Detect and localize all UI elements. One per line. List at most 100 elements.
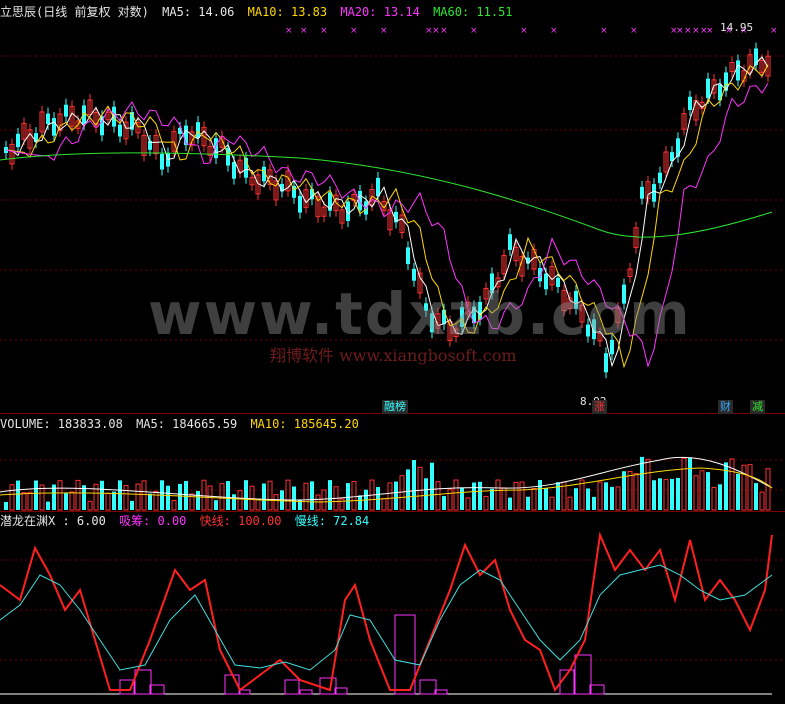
candle-body	[52, 118, 56, 136]
volume-bar	[424, 478, 428, 510]
volume-bar	[112, 491, 116, 510]
volume-bar	[604, 482, 608, 510]
volume-bar	[658, 478, 662, 510]
volume-bar	[381, 498, 387, 511]
volume-bar	[508, 497, 512, 510]
volume-bar	[453, 479, 459, 511]
absorb-block	[419, 679, 437, 695]
signal-marker: ×	[600, 26, 608, 36]
volume-bar	[531, 488, 537, 511]
signal-marker: ×	[380, 26, 388, 36]
volume-bar	[652, 480, 656, 510]
volume-bar	[549, 496, 555, 511]
volume-bar	[447, 488, 453, 511]
volume-bar	[765, 468, 771, 511]
volume-bar	[645, 458, 651, 511]
signal-marker: ×	[285, 26, 293, 36]
volume-bar	[244, 480, 248, 510]
volume-bar	[586, 488, 590, 510]
volume-bar	[759, 491, 765, 511]
volume-bar	[736, 473, 740, 510]
absorb-block	[319, 677, 337, 695]
volume-bar	[285, 479, 291, 511]
candle-body	[64, 104, 68, 117]
signal-marker: ×	[320, 26, 328, 36]
volume-bar	[610, 486, 614, 510]
volume-bar	[184, 480, 188, 510]
slow-line	[0, 564, 773, 671]
volume-bar	[597, 481, 603, 511]
volume-bar	[526, 496, 530, 510]
volume-bar	[741, 464, 747, 511]
volume-bar	[201, 479, 207, 511]
candle-body	[688, 96, 692, 110]
volume-bar	[130, 500, 134, 510]
volume-bar	[417, 466, 423, 511]
volume-bar	[465, 497, 471, 511]
volume-bar	[351, 480, 357, 511]
volume-bar	[214, 500, 218, 510]
event-tag-2[interactable]: 涨	[592, 400, 607, 414]
volume-bar	[387, 482, 393, 511]
absorb-block	[149, 684, 165, 695]
candle-body	[412, 268, 416, 281]
signal-marker: ×	[630, 26, 638, 36]
candle-body	[652, 184, 656, 202]
volume-bar	[460, 487, 464, 510]
volume-bar	[544, 488, 548, 510]
candle-body	[658, 172, 662, 184]
candle-body	[376, 177, 380, 197]
signal-marker: ×	[300, 26, 308, 36]
volume-bar	[501, 487, 507, 511]
absorb-block	[299, 689, 313, 695]
volume-bar	[27, 491, 33, 511]
volume-bar	[729, 458, 735, 511]
volume-bar	[141, 480, 147, 511]
volume-bar	[579, 479, 585, 511]
signal-marker: ×	[676, 26, 684, 36]
volume-bar	[430, 462, 434, 510]
volume-bar	[166, 485, 170, 510]
volume-bar	[513, 481, 519, 511]
stock-chart-window: 立思辰(日线 前复权 对数) MA5: 14.06 MA10: 13.83 MA…	[0, 0, 785, 704]
candle-body	[232, 162, 236, 179]
volume-bar	[435, 481, 441, 511]
signal-marker: ×	[692, 26, 700, 36]
volume-bar	[87, 500, 93, 511]
volume-bar	[670, 478, 674, 510]
volume-bar	[196, 490, 200, 510]
signal-marker: ×	[350, 26, 358, 36]
candle-body	[298, 195, 302, 213]
fast-line	[0, 531, 773, 693]
watermark-subtext: 翔博软件 www.xiangbosoft.com	[270, 346, 517, 365]
volume-bar	[567, 496, 573, 511]
volume-bar	[676, 477, 680, 510]
volume-bar	[478, 481, 482, 510]
volume-bar	[292, 486, 296, 510]
candle-body	[46, 113, 50, 125]
event-tag-3[interactable]: 财	[718, 400, 733, 414]
volume-bar	[100, 480, 104, 510]
volume-bar	[178, 483, 182, 510]
volume-bar	[310, 481, 314, 510]
volume-bar	[153, 490, 159, 511]
volume-bar	[483, 495, 489, 511]
volume-bar	[711, 486, 717, 511]
event-tag-1[interactable]: 融榜	[382, 400, 408, 414]
absorb-block	[284, 679, 300, 695]
event-tag-4[interactable]: 减	[750, 400, 765, 414]
volume-bar	[592, 496, 596, 510]
volume-bar	[4, 502, 8, 510]
volume-bar	[406, 469, 410, 510]
candle-body	[604, 353, 608, 373]
volume-bar	[105, 492, 111, 511]
candle-body	[508, 234, 512, 250]
volume-bar	[46, 501, 50, 510]
candle-body	[358, 190, 362, 211]
volume-bar	[412, 460, 416, 510]
volume-bar	[262, 483, 266, 510]
absorb-block	[589, 684, 605, 695]
volume-bar	[754, 483, 758, 510]
volume-bar	[255, 499, 261, 511]
absorb-block	[574, 654, 592, 695]
